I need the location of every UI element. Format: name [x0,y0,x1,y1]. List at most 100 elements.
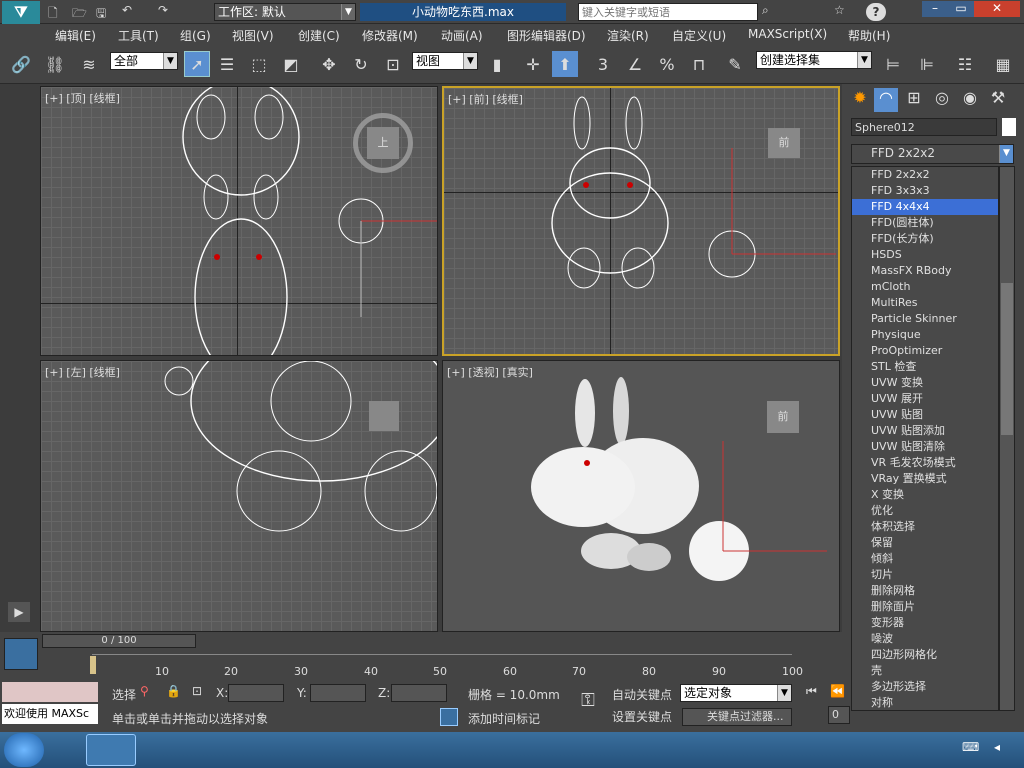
display-tab-icon[interactable]: ◉ [958,88,982,112]
frame-number-field[interactable]: 0 [828,706,850,724]
modifier-list-item[interactable]: Particle Skinner [852,311,998,327]
link-icon[interactable]: 🔗 [8,51,34,77]
viewport-front-label[interactable]: [+] [前] [线框] [448,91,523,107]
mirror-icon[interactable]: ⊨ [880,51,906,77]
absolute-mode-icon[interactable]: ⊡ [192,684,202,698]
modifier-list-item[interactable]: 多边形选择 [852,679,998,695]
menu-maxscript[interactable]: MAXScript(X) [748,27,827,41]
percent-snap-icon[interactable]: % [654,51,680,77]
reference-coord-select[interactable]: 视图 ▼ [412,52,478,70]
modifier-list-item[interactable]: 删除网格 [852,583,998,599]
select-by-name-icon[interactable]: ☰ [214,51,240,77]
key-selection-select[interactable]: 选定对象 ▼ [680,684,792,702]
prev-frame-icon[interactable]: ⏪ [830,684,845,698]
rotate-icon[interactable]: ↻ [348,51,374,77]
viewcube-front-face[interactable]: 前 [768,128,800,158]
modifier-list-item[interactable]: 倾斜 [852,551,998,567]
modifier-list-item[interactable]: 噪波 [852,631,998,647]
snap-toggle-icon[interactable]: 3 [590,51,616,77]
modifier-list-item[interactable]: FFD(长方体) [852,231,998,247]
select-object-icon[interactable]: ➚ [184,51,210,77]
redo-icon[interactable]: ↷ [158,3,168,17]
viewport-layout-icon[interactable] [4,638,38,670]
modifier-dropdown-list[interactable]: FFD 2x2x2 FFD 3x3x3 FFD 4x4x4 FFD(圆柱体) FFD(长… [851,166,999,711]
viewport-left-label[interactable]: [+] [左] [线框] [45,364,120,380]
menu-modifiers[interactable]: 修改器(M) [362,27,418,44]
close-button[interactable]: ✕ [974,1,1020,17]
spinner-snap-icon[interactable]: ⊓ [686,51,712,77]
modifier-list-item[interactable]: UVW 贴图 [852,407,998,423]
create-tab-icon[interactable]: ✹ [848,88,872,112]
selection-filter-select[interactable]: 全部 ▼ [110,52,178,70]
start-button-icon[interactable] [4,733,44,767]
viewcube-top-face[interactable]: 上 [367,127,399,159]
menu-rendering[interactable]: 渲染(R) [607,27,649,44]
edit-named-sel-icon[interactable]: ✎ [722,51,748,77]
modifier-list-select[interactable]: FFD 2x2x2 ▼ [851,144,1014,164]
modify-tab-icon[interactable]: ◠ [874,88,898,112]
window-crossing-icon[interactable]: ◩ [278,51,304,77]
object-name-field[interactable] [851,118,997,136]
minimize-button[interactable]: – [922,1,948,17]
maximize-button[interactable]: ▭ [948,1,974,17]
modifier-list-item[interactable]: 保留 [852,535,998,551]
binoculars-icon[interactable]: ⌕ [762,3,769,18]
auto-key-button[interactable]: 自动关键点 [612,686,672,703]
bind-space-warp-icon[interactable]: ≋ [76,51,102,77]
named-selection-select[interactable]: 创建选择集 ▼ [756,51,872,69]
modifier-list-item[interactable]: 切片 [852,567,998,583]
set-key-button[interactable]: 设置关键点 [612,708,672,725]
viewport-front[interactable]: 前 [+] [前] [线框] [442,86,840,356]
viewport-perspective-label[interactable]: [+] [透视] [真实] [447,364,533,380]
save-icon[interactable]: 🖫 [96,4,106,25]
app-logo-icon[interactable]: ⧩ [2,1,40,24]
modifier-list-item[interactable]: FFD 4x4x4 [852,199,998,215]
modifier-list-item[interactable]: HSDS [852,247,998,263]
object-color-swatch[interactable] [1002,118,1016,136]
modifier-list-item[interactable]: MultiRes [852,295,998,311]
modifier-list-item[interactable]: UVW 贴图添加 [852,423,998,439]
new-file-icon[interactable]: 🗋 [48,4,58,25]
menu-edit[interactable]: 编辑(E) [55,27,96,44]
modifier-list-item[interactable]: 体积选择 [852,519,998,535]
menu-tools[interactable]: 工具(T) [118,27,159,44]
layer-manager-icon[interactable]: ☷ [952,51,978,77]
move-icon[interactable]: ✥ [316,51,342,77]
modifier-list-item[interactable]: 删除面片 [852,599,998,615]
modifier-list-item[interactable]: MassFX RBody [852,263,998,279]
lock-selection-icon[interactable]: 🔒 [166,684,181,698]
motion-tab-icon[interactable]: ◎ [930,88,954,112]
modifier-list-item[interactable]: ProOptimizer [852,343,998,359]
time-tag-icon[interactable] [440,708,458,726]
unlink-icon[interactable]: ⛓ [42,51,68,77]
menu-animation[interactable]: 动画(A) [441,27,483,44]
viewport-top-label[interactable]: [+] [顶] [线框] [45,90,120,106]
viewport-left[interactable]: [+] [左] [线框] [40,360,438,632]
menu-help[interactable]: 帮助(H) [848,27,890,44]
modifier-list-item[interactable]: UVW 变换 [852,375,998,391]
key-mode-icon[interactable]: ⚿ [570,690,606,722]
viewport-top[interactable]: 上 [+] [顶] [线框] [40,86,438,356]
keyboard-shortcut-override-icon[interactable]: ⬆ [552,51,578,77]
menu-view[interactable]: 视图(V) [232,27,274,44]
star-icon[interactable]: ☆ [834,3,845,17]
undo-icon[interactable]: ↶ [122,3,132,17]
modifier-list-item[interactable]: 对称 [852,695,998,710]
scrollbar-thumb[interactable] [1001,283,1013,435]
more-tools-icon[interactable]: ▦ [990,51,1016,77]
align-icon[interactable]: ⊫ [914,51,940,77]
menu-customize[interactable]: 自定义(U) [672,27,726,44]
viewcube-left-face[interactable] [369,401,399,431]
modifier-list-item[interactable]: 四边形网格化 [852,647,998,663]
modifier-list-item[interactable]: 变形器 [852,615,998,631]
pivot-center-icon[interactable]: ▮ [484,51,510,77]
search-input[interactable] [578,3,758,21]
workspace-select[interactable]: 工作区: 默认 ▼ [214,3,356,21]
modifier-list-item[interactable]: VRay 置换模式 [852,471,998,487]
timeline-slider[interactable]: 0 / 100 [42,634,196,648]
modifier-list-item[interactable]: FFD 3x3x3 [852,183,998,199]
isolate-icon[interactable]: ⚲ [140,684,149,698]
modifier-list-scrollbar[interactable] [999,166,1015,711]
time-slider-thumb[interactable] [90,656,96,674]
rect-selection-icon[interactable]: ⬚ [246,51,272,77]
